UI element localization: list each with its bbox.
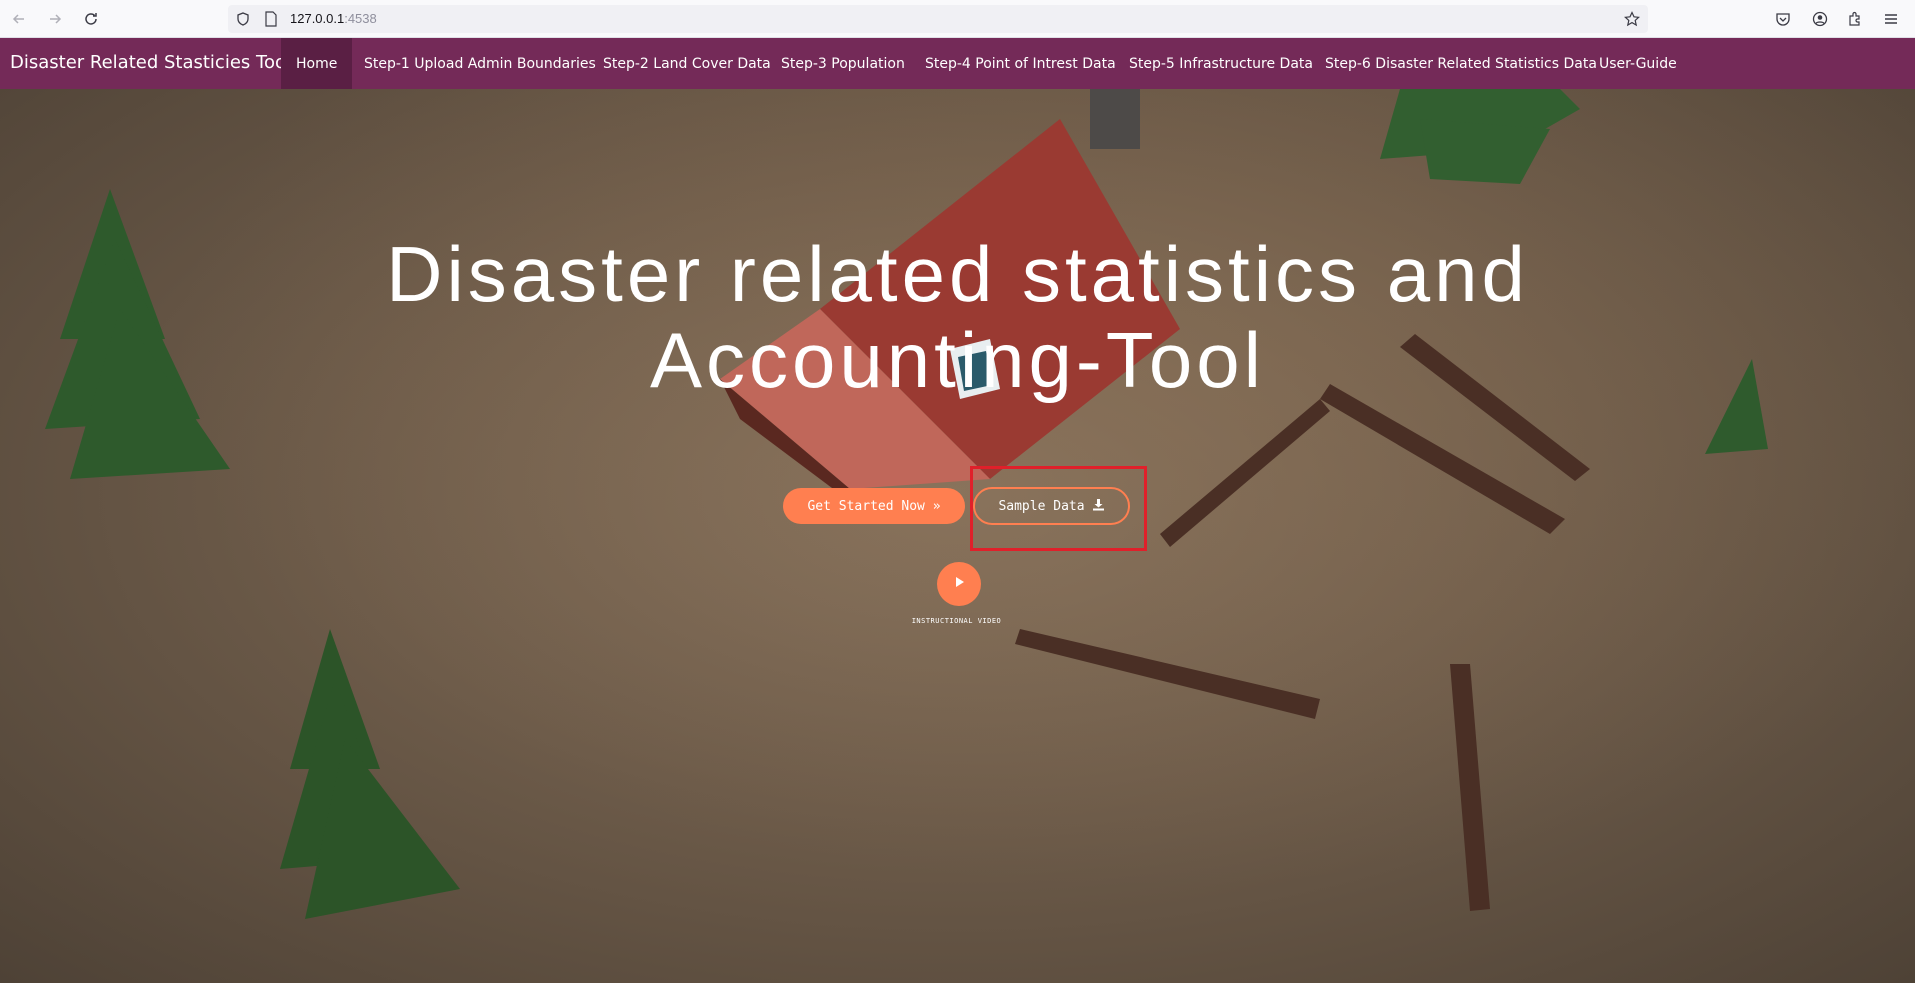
wooden-planks [1015, 334, 1590, 911]
account-icon[interactable] [1809, 8, 1831, 30]
hero-section: Disaster related statistics and Accounti… [0, 89, 1915, 983]
pocket-icon[interactable] [1772, 8, 1794, 30]
extensions-icon[interactable] [1844, 8, 1866, 30]
sample-data-highlight-box [970, 466, 1147, 551]
nav-step4-point-of-interest[interactable]: Step-4 Point of Intrest Data [925, 38, 1116, 89]
app-navbar: Disaster Related Stasticies Tool Home St… [0, 38, 1915, 89]
nav-step6-disaster-statistics[interactable]: Step-6 Disaster Related Statistics Data [1325, 38, 1597, 89]
tree-top-right [1380, 89, 1580, 184]
get-started-button[interactable]: Get Started Now » [783, 488, 965, 524]
star-icon[interactable] [1621, 8, 1643, 30]
reload-icon[interactable] [80, 8, 102, 30]
nav-user-guide[interactable]: User-Guide [1599, 38, 1677, 89]
hero-title-line1: Disaster related statistics and [386, 230, 1529, 318]
nav-step3-population[interactable]: Step-3 Population [781, 38, 905, 89]
nav-step1-admin-boundaries[interactable]: Step-1 Upload Admin Boundaries [364, 38, 596, 89]
forward-icon[interactable] [44, 8, 66, 30]
instructional-video-play-button[interactable] [937, 562, 981, 606]
menu-icon[interactable] [1880, 8, 1902, 30]
url-bar[interactable] [228, 5, 1648, 33]
nav-step5-infrastructure[interactable]: Step-5 Infrastructure Data [1129, 38, 1313, 89]
page-icon [260, 8, 282, 30]
brand-title[interactable]: Disaster Related Stasticies Tool [10, 52, 291, 73]
nav-home[interactable]: Home [281, 38, 353, 89]
instructional-video-label: INSTRUCTIONAL VIDEO [911, 617, 1002, 625]
back-icon[interactable] [8, 8, 30, 30]
browser-toolbar: 127.0.0.1:4538 [0, 0, 1915, 38]
hero-title-line2: Accounting-Tool [650, 316, 1265, 404]
shield-icon[interactable] [232, 8, 254, 30]
url-text[interactable]: 127.0.0.1:4538 [290, 11, 377, 26]
nav-step2-land-cover[interactable]: Step-2 Land Cover Data [603, 38, 771, 89]
flood-scene-illustration [45, 89, 1768, 919]
tree-left-bottom [280, 629, 460, 919]
play-icon [953, 575, 965, 593]
